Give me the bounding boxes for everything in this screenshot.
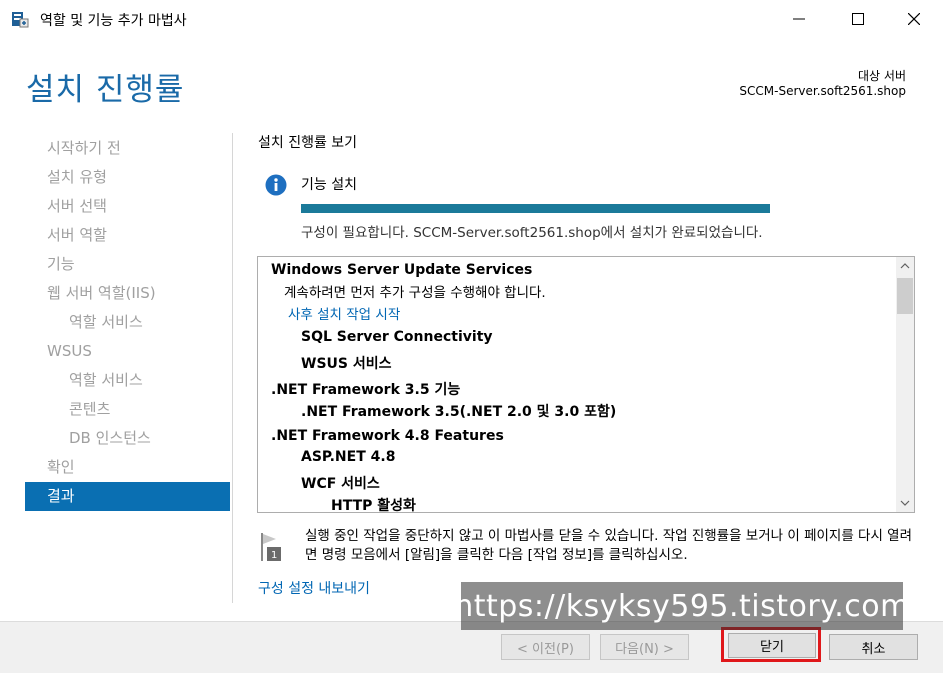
maximize-button[interactable] (829, 0, 887, 38)
close-wizard-note: 실행 중인 작업을 중단하지 않고 이 마법사를 닫을 수 있습니다. 작업 진… (305, 528, 913, 563)
svg-text:1: 1 (271, 550, 277, 561)
result-net48-features: .NET Framework 4.8 Features (271, 428, 504, 444)
result-wsus-title: Windows Server Update Services (271, 262, 533, 278)
section-title: 설치 진행률 보기 (258, 135, 358, 151)
wizard-steps-nav: 시작하기 전 설치 유형 서버 선택 서버 역할 기능 웹 서버 역할(IIS)… (25, 134, 230, 511)
page-title: 설치 진행률 (26, 72, 185, 108)
nav-item-results[interactable]: 결과 (25, 482, 230, 511)
scroll-down-button[interactable] (896, 494, 914, 512)
nav-item-server-roles[interactable]: 서버 역할 (25, 221, 230, 250)
feature-installation-title: 기능 설치 (301, 177, 357, 193)
close-icon (908, 13, 920, 25)
scroll-thumb[interactable] (897, 278, 913, 314)
nav-item-web-server-role[interactable]: 웹 서버 역할(IIS) (25, 279, 230, 308)
nav-item-iis-role-services[interactable]: 역할 서비스 (25, 308, 230, 337)
notification-flag-icon: 1 (260, 531, 286, 563)
target-server-label: 대상 서버 (858, 69, 906, 83)
nav-item-features[interactable]: 기능 (25, 250, 230, 279)
nav-item-content[interactable]: 콘텐츠 (25, 395, 230, 424)
chevron-down-icon (900, 500, 910, 506)
watermark: https://ksyksy595.tistory.com (454, 582, 909, 630)
minimize-icon (793, 18, 805, 20)
result-net35-features: .NET Framework 3.5 기능 (271, 382, 461, 398)
scroll-up-button[interactable] (896, 257, 914, 275)
next-button[interactable]: 다음(N) > (600, 634, 689, 660)
results-list[interactable]: Windows Server Update Services 계속하려면 먼저 … (257, 256, 915, 513)
chevron-up-icon (900, 263, 910, 269)
result-http-activation: HTTP 활성화 (331, 498, 416, 513)
nav-item-wsus-role-services[interactable]: 역할 서비스 (25, 366, 230, 395)
previous-button[interactable]: < 이전(P) (501, 634, 590, 660)
installation-progress-bar (301, 204, 770, 213)
nav-item-installation-type[interactable]: 설치 유형 (25, 163, 230, 192)
result-wcf-services: WCF 서비스 (301, 476, 380, 492)
minimize-button[interactable] (770, 0, 828, 38)
info-icon (265, 174, 287, 200)
result-net35: .NET Framework 3.5(.NET 2.0 및 3.0 포함) (301, 404, 617, 420)
nav-item-confirmation[interactable]: 확인 (25, 453, 230, 482)
nav-item-db-instance[interactable]: DB 인스턴스 (25, 424, 230, 453)
result-wsus-service: WSUS 서비스 (301, 356, 392, 372)
post-install-tasks-link[interactable]: 사후 설치 작업 시작 (288, 303, 400, 323)
export-configuration-link[interactable]: 구성 설정 내보내기 (258, 578, 370, 598)
result-sql-connectivity: SQL Server Connectivity (301, 329, 493, 345)
nav-divider (232, 133, 233, 603)
results-scrollbar[interactable] (896, 257, 914, 512)
results-content: Windows Server Update Services 계속하려면 먼저 … (258, 257, 896, 512)
cancel-button[interactable]: 취소 (829, 634, 918, 660)
target-server-name: SCCM-Server.soft2561.shop (739, 84, 906, 98)
result-wsus-note: 계속하려면 먼저 추가 구성을 수행해야 합니다. (284, 285, 546, 301)
close-button[interactable]: 닫기 (728, 633, 816, 658)
nav-item-server-selection[interactable]: 서버 선택 (25, 192, 230, 221)
result-aspnet48: ASP.NET 4.8 (301, 449, 396, 465)
maximize-icon (852, 13, 864, 25)
close-window-button[interactable] (885, 0, 943, 38)
installation-status-text: 구성이 필요합니다. SCCM-Server.soft2561.shop에서 설… (301, 225, 763, 241)
title-bar: 역할 및 기능 추가 마법사 (0, 0, 943, 38)
server-manager-icon (10, 9, 30, 29)
nav-item-before-you-begin[interactable]: 시작하기 전 (25, 134, 230, 163)
window-title: 역할 및 기능 추가 마법사 (40, 13, 187, 29)
nav-item-wsus[interactable]: WSUS (25, 337, 230, 366)
